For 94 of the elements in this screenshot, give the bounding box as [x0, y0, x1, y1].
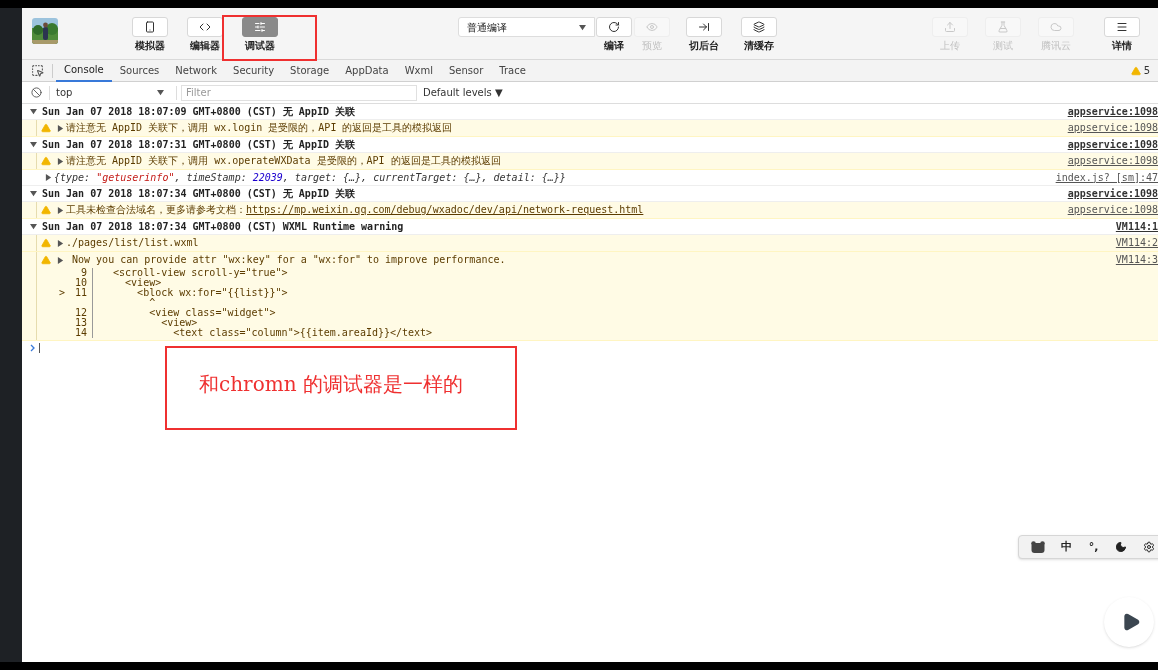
expand-triangle-icon[interactable]: [30, 141, 37, 148]
play-button[interactable]: [1104, 597, 1154, 647]
line-marker: >: [58, 287, 65, 298]
code-line: <view>: [160, 318, 198, 328]
expand-triangle-icon[interactable]: [57, 157, 64, 165]
eye-icon: [646, 21, 658, 33]
toolbar-label: 切后台: [689, 40, 719, 52]
devtools-tab[interactable]: Trace: [491, 59, 534, 82]
line-number: 11: [74, 287, 87, 298]
devtools-tab[interactable]: Security: [225, 59, 283, 82]
warning-icon: [41, 255, 51, 265]
expand-triangle-icon[interactable]: [57, 239, 64, 247]
source-link[interactable]: VM114:1: [1107, 218, 1158, 235]
arrow-to-line-icon: [698, 21, 710, 33]
warning-message: 请注意无 AppID 关联下，调用 wx.operateWXData 是受限的，API 的返回是工具的模拟返回: [66, 154, 501, 168]
source-link[interactable]: appservice:1098: [1059, 120, 1158, 136]
warning-message: 工具未检查合法域名，更多请参考文档：: [66, 203, 246, 217]
devtools-tab[interactable]: Wxml: [396, 59, 441, 82]
code-line: <text class="column">{{item.areaId}}</text>: [172, 328, 433, 338]
compile-mode-select[interactable]: 普通编译: [458, 17, 595, 37]
devtools-tab[interactable]: Storage: [282, 59, 338, 82]
code-line: <view>: [124, 278, 162, 288]
object-preview: {type: "getuserinfo", timeStamp: 22039, target: {…}, currentTarget: {…}, detail: {…}}: [54, 170, 566, 185]
warning-count: 5: [1143, 64, 1150, 78]
filter-field[interactable]: Filter: [181, 84, 417, 101]
menu-icon: [1116, 21, 1128, 33]
warning-icon: [41, 156, 51, 166]
code-line: <scroll-view scroll-y="true">: [112, 268, 288, 278]
code-icon: [199, 21, 211, 33]
layers-icon: [753, 21, 765, 33]
toolbar-label: 模拟器: [135, 40, 165, 52]
expand-triangle-icon[interactable]: [30, 190, 37, 197]
ime-option[interactable]: 中: [1061, 538, 1073, 556]
toolbar-label: 编辑器: [190, 40, 220, 52]
settings-icon[interactable]: [1142, 541, 1155, 553]
line-number: 13: [74, 317, 87, 328]
devtools-tab[interactable]: Sensor: [441, 59, 492, 82]
line-number: 12: [74, 307, 87, 318]
expand-triangle-icon[interactable]: [45, 174, 52, 181]
doc-link[interactable]: https://mp.weixin.qq.com/debug/wxadoc/dev/api/network-request.html: [246, 202, 644, 218]
source-link[interactable]: appservice:1098: [1059, 103, 1158, 120]
prompt-chevron-icon: [30, 344, 35, 352]
phone-icon: [144, 21, 156, 33]
cloud-icon: [1050, 21, 1062, 33]
line-number: 9: [80, 267, 87, 278]
dropdown-caret-icon: [157, 89, 164, 96]
levels-dropdown[interactable]: Default levels ▼: [423, 85, 503, 100]
warning-icon: [41, 123, 51, 133]
toolbar-label: 编译: [604, 40, 624, 52]
devtools-tab[interactable]: Network: [167, 59, 226, 82]
context-select[interactable]: top: [50, 85, 170, 100]
warning-icon: [41, 205, 51, 215]
inspect-icon[interactable]: [31, 64, 44, 77]
expand-triangle-icon[interactable]: [57, 256, 64, 264]
upload-icon: [944, 21, 956, 33]
group-title: Sun Jan 07 2018 18:07:34 GMT+0800 (CST) 无 AppID 关联: [42, 186, 355, 201]
toolbar-label: 清缓存: [744, 40, 774, 52]
toolbar-label: 详情: [1112, 40, 1132, 52]
group-title: Sun Jan 07 2018 18:07:31 GMT+0800 (CST) 无 AppID 关联: [42, 137, 355, 152]
warning-icon: [41, 238, 51, 248]
note-text: 和chromn 的调试器是一样的: [199, 372, 463, 398]
moon-icon[interactable]: [1114, 541, 1127, 553]
source-link[interactable]: appservice:1098: [1059, 136, 1158, 153]
warning-message: 请注意无 AppID 关联下，调用 wx.login 是受限的，API 的返回是工具的模拟返回: [66, 121, 453, 135]
warning-message: Now you can provide attr "wx:key" for a "wx:for" to improve performance.: [71, 253, 506, 267]
source-link[interactable]: index.js? [sm]:47: [1047, 169, 1158, 186]
expand-triangle-icon[interactable]: [30, 223, 37, 230]
line-number: 14: [74, 327, 87, 338]
warning-icon: [1130, 65, 1141, 76]
dropdown-caret-icon: [579, 23, 586, 31]
ime-option[interactable]: °,: [1088, 538, 1099, 556]
bear-icon[interactable]: [1031, 541, 1046, 553]
sliders-icon: [254, 21, 266, 33]
expand-triangle-icon[interactable]: [57, 124, 64, 132]
devtools-tab[interactable]: Sources: [111, 59, 168, 82]
source-link[interactable]: VM114:3: [1107, 252, 1158, 268]
group-title: Sun Jan 07 2018 18:07:09 GMT+0800 (CST) 无 AppID 关联: [42, 104, 355, 119]
refresh-icon: [608, 21, 620, 33]
clear-console-icon[interactable]: [31, 87, 42, 98]
flask-icon: [997, 21, 1009, 33]
line-number: 10: [74, 277, 87, 288]
source-link[interactable]: VM114:2: [1107, 235, 1158, 251]
source-link[interactable]: appservice:1098: [1059, 185, 1158, 202]
devtools-tab[interactable]: AppData: [337, 59, 397, 82]
toolbar-label: 调试器: [245, 40, 275, 52]
code-line: ^: [148, 298, 156, 308]
group-title: Sun Jan 07 2018 18:07:34 GMT+0800 (CST) WXML Runtime warning: [42, 219, 404, 234]
warning-message: ./pages/list/list.wxml: [66, 236, 199, 250]
source-link[interactable]: appservice:1098: [1059, 202, 1158, 218]
code-line: <block wx:for="{{list}}">: [136, 288, 288, 298]
expand-triangle-icon[interactable]: [30, 108, 37, 115]
code-line: <view class="widget">: [148, 308, 276, 318]
source-link[interactable]: appservice:1098: [1059, 153, 1158, 169]
expand-triangle-icon[interactable]: [57, 206, 64, 214]
